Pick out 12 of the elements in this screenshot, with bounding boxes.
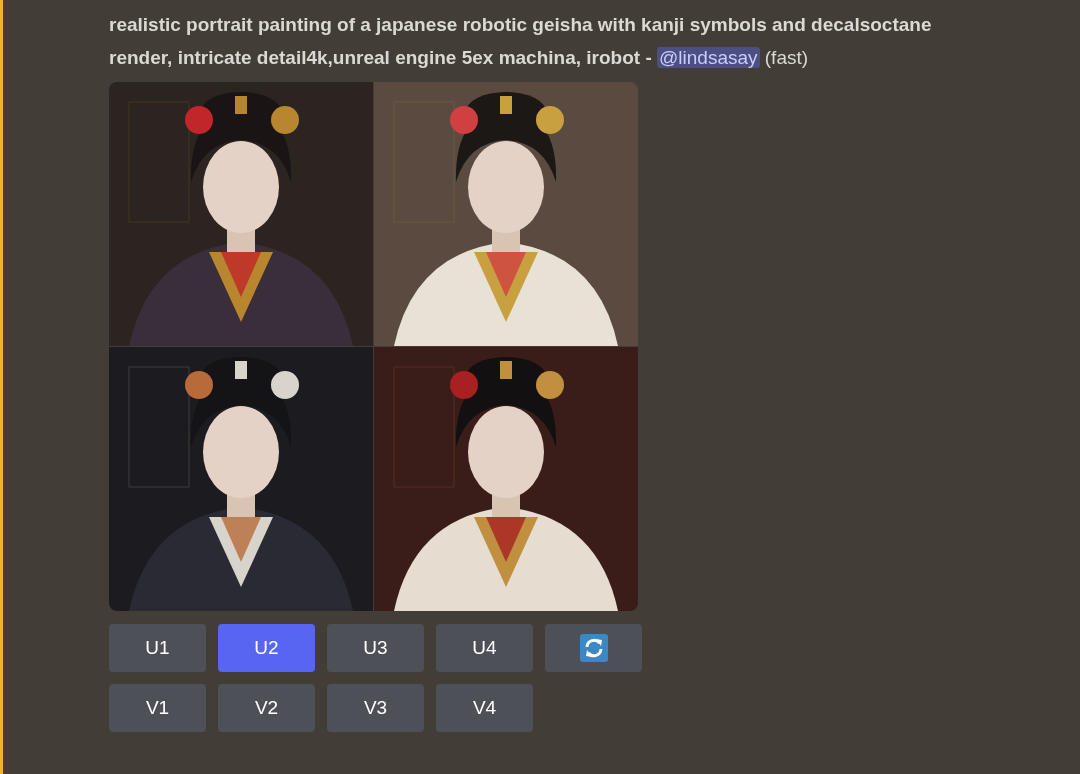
refresh-icon xyxy=(579,634,608,662)
mention-link[interactable]: @lindsasay xyxy=(657,47,760,68)
upscale-button[interactable]: V1 xyxy=(109,684,206,732)
upscale-button[interactable]: V2 xyxy=(218,684,315,732)
refresh-button[interactable] xyxy=(545,624,642,672)
upscale-button[interactable]: U4 xyxy=(436,624,533,672)
message-text: realistic portrait painting of a japanese robotic geisha with kanji symbols and decalsoctane render, intricate detail4k,unreal engine 5ex machina, irobot - @lindsasay (fast) xyxy=(109,13,933,70)
upscale-button[interactable]: V4 xyxy=(436,684,533,732)
upscale-button[interactable]: V3 xyxy=(327,684,424,732)
upscale-button[interactable]: U1 xyxy=(109,624,206,672)
upscale-button[interactable]: U2 xyxy=(218,624,315,672)
upscale-button[interactable]: U3 xyxy=(327,624,424,672)
